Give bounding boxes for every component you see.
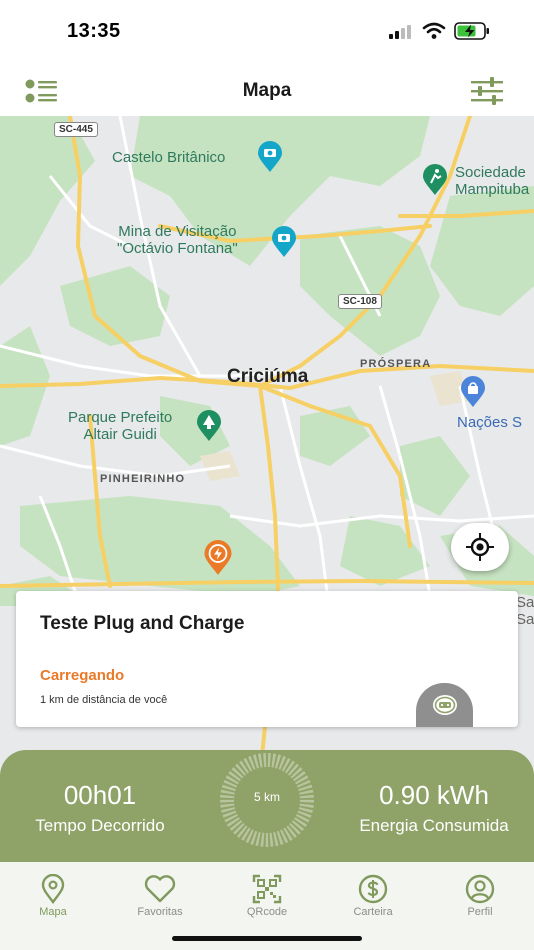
nav-label: Carteira xyxy=(353,906,393,918)
sport-icon xyxy=(423,164,447,195)
user-icon xyxy=(465,874,495,904)
screen: 13:35 Mapa SC-445 SC-108 Castelo Britâni… xyxy=(0,0,534,950)
nav-label: QRcode xyxy=(246,906,288,918)
nav-item-perfil[interactable]: Perfil xyxy=(435,874,525,918)
station-distance: 1 km de distância de você xyxy=(40,694,168,706)
camera-icon xyxy=(272,226,296,257)
station-name: Teste Plug and Charge xyxy=(40,613,245,634)
map-edge-label: Sa Sa xyxy=(516,594,534,629)
district-label: PINHEIRINHO xyxy=(100,473,186,485)
wifi-icon xyxy=(422,22,446,39)
connector-tab[interactable] xyxy=(416,683,473,727)
poi-label: Mina de Visitação "Octávio Fontana" xyxy=(117,223,238,258)
nav-item-favoritas[interactable]: Favoritas xyxy=(115,874,205,918)
filter-button[interactable] xyxy=(470,76,504,106)
energy-label: Energia Consumida xyxy=(359,816,509,835)
elapsed-time-value: 00h01 xyxy=(63,780,137,810)
nav-label: Favoritas xyxy=(137,906,183,918)
station-status: Carregando xyxy=(40,667,125,684)
sliders-icon xyxy=(471,77,503,105)
tree-icon xyxy=(197,410,221,441)
crosshair-icon xyxy=(466,533,494,561)
nav-item-mapa[interactable]: Mapa xyxy=(8,874,98,918)
home-indicator xyxy=(172,936,362,941)
radius-value: 5 km xyxy=(253,790,280,804)
station-card[interactable]: Teste Plug and Charge Carregando 1 km de… xyxy=(16,591,518,727)
city-label: Criciúma xyxy=(227,366,309,387)
camera-icon xyxy=(258,141,282,172)
signal-icon xyxy=(389,25,411,39)
elapsed-time-label: Tempo Decorrido xyxy=(35,816,165,835)
dollar-icon xyxy=(358,874,388,904)
status-bar: 13:35 xyxy=(0,0,534,60)
app-header: Mapa xyxy=(0,60,534,116)
nav-label: Perfil xyxy=(467,906,493,918)
map-pin-icon xyxy=(41,874,65,904)
plug-icon xyxy=(432,695,457,715)
shopping-icon xyxy=(461,376,485,407)
charging-session-panel: 00h01 Tempo Decorrido 5 km 0.90 kWh Ener… xyxy=(0,750,534,862)
status-time: 13:35 xyxy=(67,20,121,42)
nav-item-carteira[interactable]: Carteira xyxy=(328,874,418,918)
road-label: SC-445 xyxy=(54,122,98,137)
status-icons xyxy=(388,22,490,40)
poi-label: Castelo Britânico xyxy=(112,149,226,166)
page-title: Mapa xyxy=(242,80,292,101)
road-label: SC-108 xyxy=(338,294,382,309)
poi-label: Sociedade Mampituba xyxy=(455,164,530,199)
battery-charging-icon xyxy=(454,22,489,40)
poi-label: Nações S xyxy=(457,414,523,431)
energy-value: 0.90 kWh xyxy=(379,780,489,810)
my-location-button[interactable] xyxy=(451,523,509,571)
qrcode-icon xyxy=(252,874,282,904)
heart-icon xyxy=(144,875,176,903)
nav-item-qrcode[interactable]: QRcode xyxy=(222,874,312,918)
district-label: PRÓSPERA xyxy=(360,358,432,370)
charging-station-marker[interactable] xyxy=(203,540,233,576)
poi-label: Parque Prefeito Altair Guidi xyxy=(68,409,173,444)
nav-label: Mapa xyxy=(39,906,67,918)
